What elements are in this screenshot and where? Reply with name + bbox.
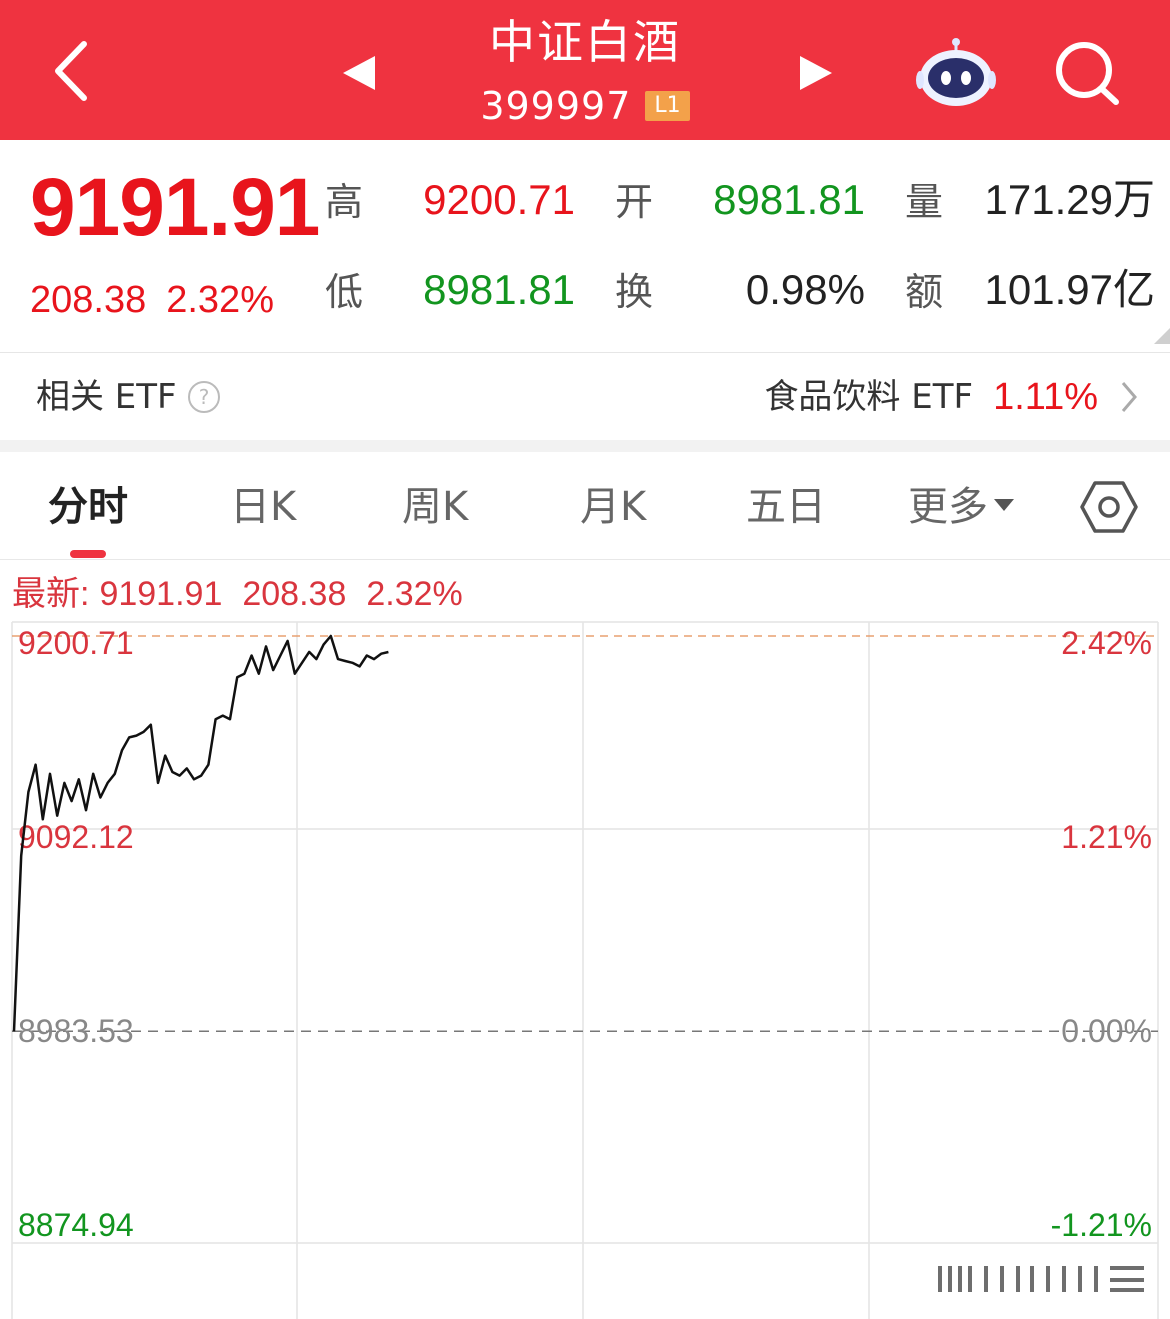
search-icon[interactable] <box>1050 36 1124 108</box>
related-etf-label-group: 相关 ETF ? <box>36 375 221 419</box>
turnover-value: 0.98% <box>745 266 865 313</box>
watermark-bar <box>1030 1266 1034 1292</box>
chart-grid <box>11 621 1159 1319</box>
open-label: 开 <box>615 180 654 224</box>
active-tab-indicator <box>70 550 106 558</box>
help-question-icon[interactable]: ? <box>187 380 221 414</box>
open-value: 8981.81 <box>713 176 865 223</box>
level-badge: L1 <box>645 91 690 121</box>
quote-panel: 9191.91 208.38 2.32% 高 9200.71 开 8981.81 … <box>0 140 1170 350</box>
watermark-bar <box>1046 1266 1050 1292</box>
high-label: 高 <box>325 180 364 224</box>
volume-label: 量 <box>905 180 944 224</box>
top-bar: 中证白酒 399997 L1 <box>0 0 1170 140</box>
tab-monthly-k[interactable]: 月K <box>580 482 646 532</box>
latest-label: 最新: <box>12 575 90 613</box>
y-left-tick: 9200.71 <box>18 625 134 661</box>
robot-assistant-icon[interactable] <box>915 36 997 108</box>
y-right-tick: 1.21% <box>1061 819 1152 855</box>
etf-link[interactable]: 食品饮料 ETF 1.11% <box>764 375 1140 419</box>
latest-change: 208.38 <box>242 575 347 613</box>
etf-change-percent: 1.11% <box>993 376 1098 418</box>
low-label: 低 <box>325 270 364 314</box>
svg-text:?: ? <box>198 385 209 409</box>
price-change: 208.38 2.32% <box>30 278 274 322</box>
y-right-tick: 0.00% <box>1061 1013 1152 1049</box>
latest-price: 9191.91 <box>99 575 223 613</box>
watermark-bar <box>948 1266 952 1292</box>
turnover-label: 换 <box>615 270 654 314</box>
latest-quote-row: 最新: 9191.91 208.38 2.32% <box>12 572 483 616</box>
last-price: 9191.91 <box>30 162 320 253</box>
related-etf-label: 相关 ETF <box>36 377 177 417</box>
section-divider <box>0 440 1170 452</box>
amount-value: 101.97亿 <box>984 266 1155 313</box>
expand-corner-icon[interactable] <box>1154 328 1170 344</box>
change-percent: 2.32% <box>166 279 274 321</box>
watermark-bar <box>1078 1266 1082 1292</box>
related-etf-row[interactable]: 相关 ETF ? 食品饮料 ETF 1.11% <box>0 352 1170 440</box>
index-code: 399997 <box>480 84 632 128</box>
watermark-bar <box>958 1266 962 1292</box>
tab-five-day[interactable]: 五日 <box>746 482 826 532</box>
etf-name: 食品饮料 ETF <box>764 377 974 417</box>
watermark-bar <box>938 1266 942 1292</box>
tab-daily-k[interactable]: 日K <box>230 482 296 532</box>
watermark-bar <box>1110 1278 1144 1282</box>
index-name: 中证白酒 <box>489 15 681 69</box>
y-right-tick: 2.42% <box>1061 625 1152 661</box>
watermark-bar <box>1000 1266 1004 1292</box>
tab-weekly-k[interactable]: 周K <box>402 482 468 532</box>
watermark-logo <box>938 1266 1144 1292</box>
change-value: 208.38 <box>30 279 147 321</box>
amount-label: 额 <box>905 270 944 314</box>
y-left-tick: 8983.53 <box>18 1013 134 1049</box>
prev-triangle-icon[interactable] <box>335 48 385 98</box>
low-value: 8981.81 <box>423 266 575 313</box>
watermark-bar <box>1016 1266 1020 1292</box>
latest-percent: 2.32% <box>366 575 463 613</box>
watermark-bar <box>1094 1266 1098 1292</box>
intraday-chart[interactable]: 9200.71 9092.12 8983.53 8874.94 2.42% 1.… <box>0 612 1170 1319</box>
volume-value: 171.29万 <box>984 176 1155 223</box>
watermark-bar <box>968 1266 972 1292</box>
tab-more-label: 更多 <box>908 484 988 530</box>
next-triangle-icon[interactable] <box>790 48 840 98</box>
watermark-bar <box>984 1266 988 1292</box>
back-arrow-icon[interactable] <box>40 36 110 106</box>
watermark-bar <box>1062 1266 1066 1292</box>
tab-intraday[interactable]: 分时 <box>48 482 128 532</box>
watermark-bar <box>1110 1288 1144 1292</box>
y-left-tick: 9092.12 <box>18 819 134 855</box>
chevron-right-icon <box>1121 382 1137 412</box>
watermark-bar <box>1110 1266 1144 1270</box>
y-left-tick: 8874.94 <box>18 1207 134 1243</box>
index-code-row: 399997 L1 <box>385 84 785 128</box>
chart-period-tabs: 分时 日K 周K 月K 五日 更多 <box>0 452 1170 560</box>
tab-more[interactable]: 更多 <box>908 482 1014 532</box>
high-value: 9200.71 <box>423 176 575 223</box>
y-right-tick: -1.21% <box>1051 1207 1152 1243</box>
hexagon-settings-icon[interactable] <box>1080 480 1138 534</box>
caret-down-icon <box>994 499 1014 511</box>
